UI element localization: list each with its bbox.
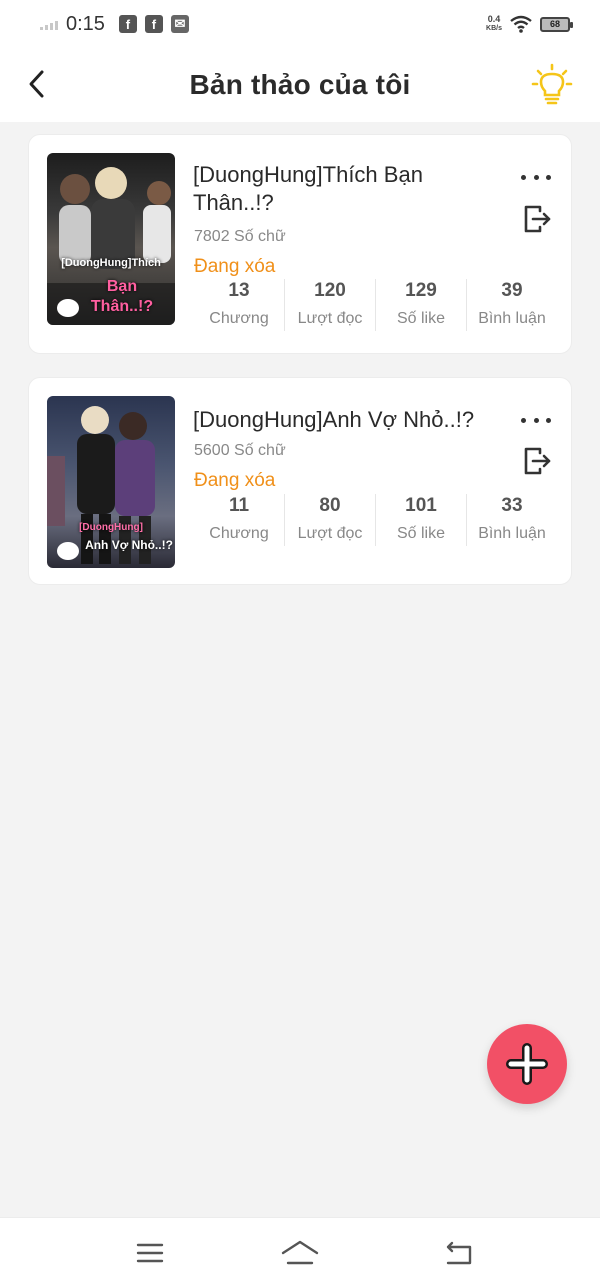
- stat-value: 101: [405, 495, 437, 516]
- stat-label: Lượt đọc: [297, 310, 363, 327]
- chat-bubble-icon: [57, 299, 79, 317]
- stat-value: 33: [501, 495, 523, 516]
- facebook-icon: f: [118, 15, 137, 33]
- cover-caption-highlight: Bạn Thân..!?: [90, 278, 154, 315]
- stat-chapters: 13 Chương: [194, 279, 285, 331]
- page-title: Bản thảo của tôi: [189, 69, 411, 100]
- status-bar: 0:15 f f ✉ 0.4 KB/s 68: [0, 0, 600, 48]
- stat-value: 80: [319, 495, 341, 516]
- stat-value: 39: [501, 280, 523, 301]
- lightbulb-icon[interactable]: [530, 62, 574, 106]
- chat-bubble-icon: [57, 542, 79, 560]
- stat-label: Số like: [396, 310, 446, 327]
- stat-comments: 39 Bình luận: [467, 279, 557, 331]
- net-speed-value: 0.4: [487, 14, 501, 24]
- back-nav-icon[interactable]: [438, 1236, 478, 1270]
- stat-label: Lượt đọc: [297, 525, 363, 542]
- stat-chapters: 11 Chương: [194, 494, 285, 546]
- system-nav-bar: [0, 1217, 600, 1287]
- story-cover-image[interactable]: [DuongHung] Anh Vợ Nhỏ..!?: [47, 396, 175, 568]
- app-header: Bản thảo của tôi: [0, 48, 600, 122]
- status-left: 0:15 f f ✉: [40, 13, 189, 36]
- cover-caption-highlight: Anh Vợ Nhỏ..!?: [85, 538, 173, 552]
- stat-value: 120: [314, 280, 346, 301]
- stat-likes: 129 Số like: [376, 279, 467, 331]
- mail-icon: ✉: [170, 15, 189, 33]
- stat-value: 129: [405, 280, 437, 301]
- menu-icon[interactable]: [130, 1236, 170, 1270]
- stat-value: 11: [228, 495, 250, 516]
- story-title[interactable]: [DuongHung]Thích Bạn Thân..!?: [193, 161, 493, 217]
- stat-reads: 80 Lượt đọc: [285, 494, 376, 546]
- story-stats: 13 Chương 120 Lượt đọc 129 Số like 39 Bì…: [194, 279, 557, 331]
- draft-list: [DuongHung]Thích Bạn Thân..!? [DuongHung…: [28, 134, 572, 608]
- stat-comments: 33 Bình luận: [467, 494, 557, 546]
- story-card[interactable]: [DuongHung] Anh Vợ Nhỏ..!? [DuongHung]An…: [28, 377, 572, 585]
- exit-icon[interactable]: [521, 203, 553, 235]
- facebook-icon: f: [144, 15, 163, 33]
- home-icon[interactable]: [280, 1236, 320, 1270]
- cover-caption: [DuongHung]Thích: [61, 257, 161, 269]
- net-speed: 0.4 KB/s: [486, 15, 502, 33]
- story-cover-image[interactable]: [DuongHung]Thích Bạn Thân..!?: [47, 153, 175, 325]
- stat-reads: 120 Lượt đọc: [285, 279, 376, 331]
- story-status: Đang xóa: [194, 256, 276, 277]
- story-card[interactable]: [DuongHung]Thích Bạn Thân..!? [DuongHung…: [28, 134, 572, 354]
- add-story-button[interactable]: [487, 1024, 567, 1104]
- stat-likes: 101 Số like: [376, 494, 467, 546]
- battery-icon: 68: [540, 16, 573, 32]
- clock: 0:15: [66, 12, 105, 35]
- stat-label: Bình luận: [478, 310, 546, 327]
- signal-icon: [40, 18, 58, 30]
- wifi-icon: [510, 15, 532, 33]
- exit-icon[interactable]: [521, 445, 553, 477]
- plus-icon: [506, 1043, 548, 1085]
- story-title[interactable]: [DuongHung]Anh Vợ Nhỏ..!?: [193, 406, 503, 434]
- stat-label: Chương: [209, 525, 269, 542]
- word-count: 7802 Số chữ: [194, 228, 286, 245]
- stat-label: Bình luận: [478, 525, 546, 542]
- net-speed-unit: KB/s: [486, 25, 502, 32]
- cover-caption: [DuongHung]: [79, 522, 143, 533]
- story-status: Đang xóa: [194, 470, 276, 491]
- battery-level: 68: [549, 19, 560, 29]
- stat-label: Chương: [209, 310, 269, 327]
- more-options-icon[interactable]: [521, 171, 551, 183]
- back-arrow-icon[interactable]: [22, 66, 54, 102]
- stat-value: 13: [228, 280, 250, 301]
- word-count: 5600 Số chữ: [194, 442, 286, 459]
- story-stats: 11 Chương 80 Lượt đọc 101 Số like 33 Bìn…: [194, 494, 557, 546]
- status-right: 0.4 KB/s 68: [486, 15, 573, 33]
- stat-label: Số like: [396, 525, 446, 542]
- more-options-icon[interactable]: [521, 414, 551, 426]
